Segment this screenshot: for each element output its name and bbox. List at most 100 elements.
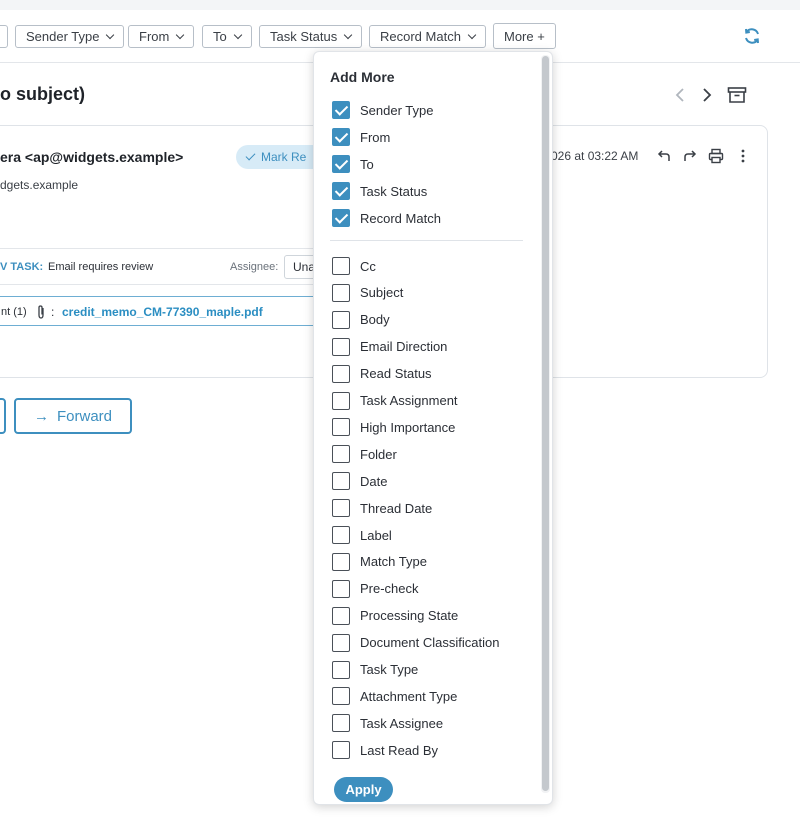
refresh-icon[interactable]: [742, 26, 762, 46]
archive-icon[interactable]: [727, 86, 747, 104]
option-label: Document Classification: [360, 635, 500, 651]
option-read-status[interactable]: Read Status: [332, 364, 432, 384]
option-label: Subject: [360, 285, 404, 301]
checkbox-checked[interactable]: [332, 101, 350, 119]
option-record-match[interactable]: Record Match: [332, 208, 441, 228]
checkbox-unchecked[interactable]: [332, 499, 350, 518]
option-cc[interactable]: Cc: [332, 256, 376, 276]
option-label: Read Status: [360, 366, 432, 382]
chevron-right-icon[interactable]: [697, 86, 715, 104]
checkbox-unchecked[interactable]: [332, 633, 350, 652]
checkbox-unchecked[interactable]: [332, 445, 350, 464]
task-bar: V TASK: Email requires review Assignee: …: [0, 248, 344, 285]
option-date[interactable]: Date: [332, 471, 387, 491]
option-match-type[interactable]: Match Type: [332, 552, 427, 572]
checkbox-unchecked[interactable]: [332, 552, 350, 571]
checkbox-checked[interactable]: [332, 209, 350, 227]
more-vertical-icon[interactable]: [735, 148, 751, 164]
option-attachment-type[interactable]: Attachment Type: [332, 686, 457, 706]
chevron-down-icon: [106, 30, 115, 39]
checkbox-checked[interactable]: [332, 128, 350, 146]
scrollbar-thumb[interactable]: [542, 56, 549, 791]
option-task-type[interactable]: Task Type: [332, 660, 418, 680]
filter-chip-from[interactable]: From: [128, 25, 195, 48]
checkbox-unchecked[interactable]: [332, 687, 350, 706]
checkbox-unchecked[interactable]: [332, 714, 350, 733]
chevron-down-icon: [233, 30, 242, 39]
option-task-assignment[interactable]: Task Assignment: [332, 391, 458, 411]
checkbox-checked[interactable]: [332, 155, 350, 173]
attachment-separator: :: [51, 305, 55, 319]
checkbox-unchecked[interactable]: [332, 418, 350, 437]
option-pre-check[interactable]: Pre-check: [332, 579, 419, 599]
checkbox-unchecked[interactable]: [332, 660, 350, 679]
chevron-down-icon: [343, 30, 353, 39]
option-label: Task Type: [360, 662, 419, 677]
option-label: Match Type: [360, 554, 427, 570]
option-label[interactable]: Label: [332, 525, 392, 545]
apply-button[interactable]: Apply: [334, 777, 393, 802]
option-high-importance[interactable]: High Importance: [332, 417, 455, 437]
checkbox-unchecked[interactable]: [332, 257, 350, 275]
checkbox-unchecked[interactable]: [332, 526, 350, 544]
mark-label: Mark Re: [261, 150, 307, 164]
option-to[interactable]: To: [332, 154, 374, 174]
checkbox-unchecked[interactable]: [332, 391, 350, 410]
option-label: Email Direction: [360, 339, 448, 355]
option-last-read-by[interactable]: Last Read By: [332, 740, 438, 760]
chip-label: To: [213, 29, 227, 44]
print-icon[interactable]: [708, 148, 724, 164]
option-label: Attachment Type: [360, 688, 458, 704]
checkbox-unchecked[interactable]: [332, 606, 350, 625]
option-thread-date[interactable]: Thread Date: [332, 498, 432, 518]
option-label: Processing State: [360, 608, 459, 624]
filter-chip-partial[interactable]: [0, 25, 8, 48]
filter-chip-task-status[interactable]: Task Status: [259, 25, 363, 48]
attachment-bar: nt (1) : credit_memo_CM-77390_maple.pdf: [0, 296, 330, 326]
scrollbar[interactable]: [541, 55, 550, 793]
paperclip-icon: [38, 305, 44, 319]
check-icon: [245, 150, 256, 161]
arrow-right-icon: →: [33, 407, 49, 425]
more-filters-button[interactable]: More +: [493, 23, 556, 49]
filter-chip-sender-type[interactable]: Sender Type: [15, 25, 125, 48]
checkbox-unchecked[interactable]: [332, 472, 350, 491]
option-label: Cc: [360, 258, 376, 274]
add-more-dropdown: Add More Apply Sender Type From To Task Sta…: [313, 51, 553, 805]
option-label: Task Status: [360, 183, 428, 199]
attachment-file-link[interactable]: credit_memo_CM-77390_maple.pdf: [62, 305, 263, 319]
checkbox-unchecked[interactable]: [332, 337, 350, 356]
checkbox-unchecked[interactable]: [332, 310, 350, 329]
option-label: Label: [360, 527, 392, 543]
reply-button-partial[interactable]: [0, 398, 6, 434]
chevron-left-icon[interactable]: [672, 86, 690, 104]
checkbox-unchecked[interactable]: [332, 579, 350, 598]
option-email-direction[interactable]: Email Direction: [332, 337, 447, 357]
chip-label: From: [139, 29, 170, 44]
dropdown-title: Add More: [330, 69, 395, 85]
option-sender-type[interactable]: Sender Type: [332, 100, 433, 120]
option-subject[interactable]: Subject: [332, 283, 403, 303]
checkbox-checked[interactable]: [332, 182, 350, 200]
filter-chip-to[interactable]: To: [202, 25, 252, 48]
option-processing-state[interactable]: Processing State: [332, 606, 458, 626]
reply-all-icon[interactable]: [682, 148, 698, 164]
reply-icon[interactable]: [656, 148, 672, 164]
email-subject: o subject): [0, 84, 86, 104]
filter-chip-record-match[interactable]: Record Match: [369, 25, 486, 48]
chevron-down-icon: [176, 30, 185, 39]
option-task-status[interactable]: Task Status: [332, 181, 427, 201]
option-document-classification[interactable]: Document Classification: [332, 633, 499, 653]
checkbox-unchecked[interactable]: [332, 741, 350, 760]
option-label: Date: [360, 473, 388, 489]
assignee-label: Assignee:: [230, 261, 279, 273]
option-folder[interactable]: Folder: [332, 444, 397, 464]
email-date: 026 at 03:22 AM: [551, 149, 639, 163]
forward-button[interactable]: → Forward: [14, 398, 132, 434]
option-body[interactable]: Body: [332, 310, 390, 330]
option-from[interactable]: From: [332, 127, 390, 147]
option-task-assignee[interactable]: Task Assignee: [332, 713, 443, 733]
chip-label: Task Status: [270, 29, 338, 44]
checkbox-unchecked[interactable]: [332, 283, 350, 302]
checkbox-unchecked[interactable]: [332, 364, 350, 383]
